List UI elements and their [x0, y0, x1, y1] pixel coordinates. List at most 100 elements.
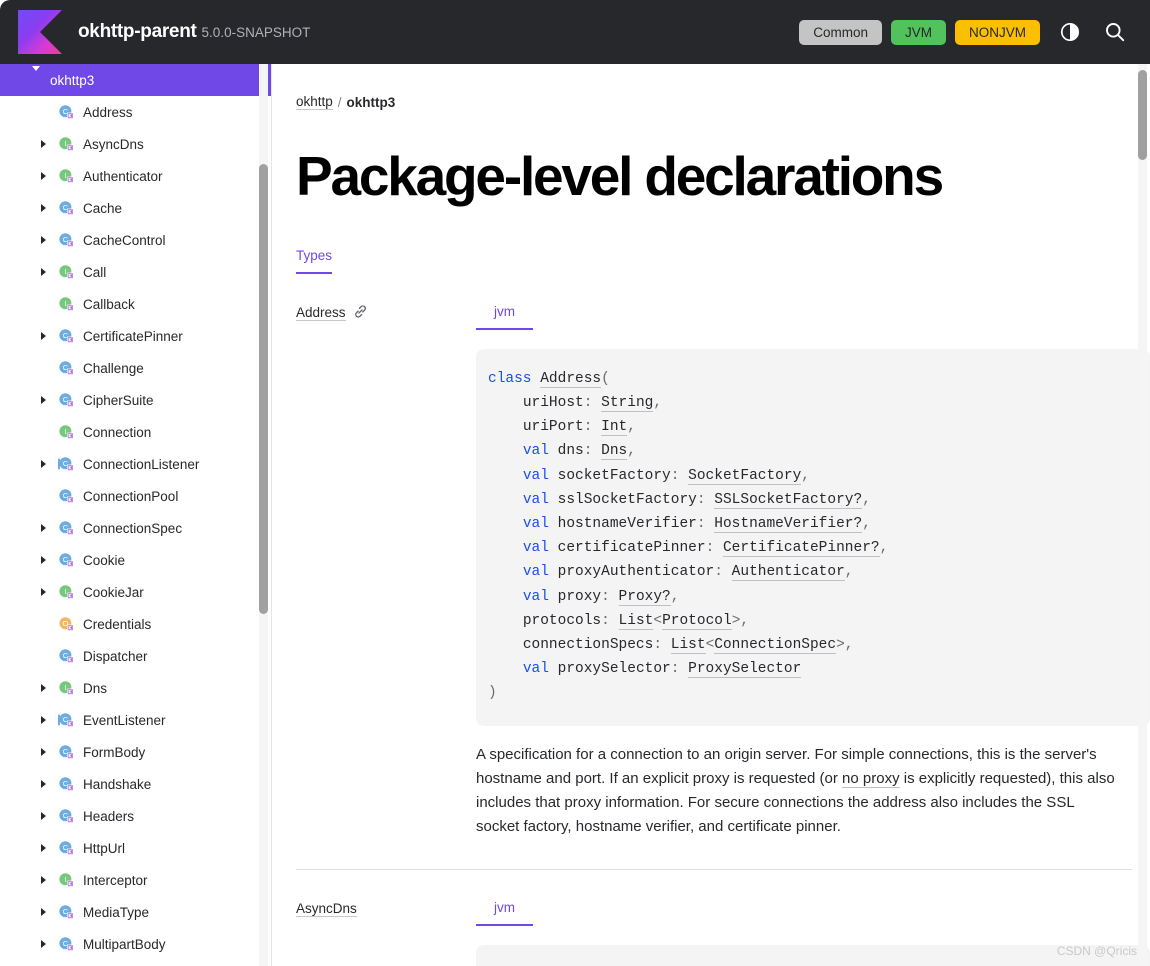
chevron-right-icon[interactable] — [36, 684, 50, 692]
sidebar-root-label: okhttp3 — [50, 72, 95, 88]
sidebar-scrollbar-thumb[interactable] — [259, 164, 268, 614]
link-anchor-icon[interactable] — [353, 304, 368, 324]
declaration-name-link[interactable]: AsyncDns — [296, 901, 357, 917]
sidebar-item-cookiejar[interactable]: I CookieJar — [0, 576, 272, 608]
type-link[interactable]: Dns — [601, 443, 628, 461]
type-link[interactable]: ConnectionSpec — [714, 636, 837, 654]
sidebar-item-cache[interactable]: C Cache — [0, 192, 272, 224]
sidebar-item-eventlistener[interactable]: C EventListener — [0, 704, 272, 736]
sidebar-item-authenticator[interactable]: I Authenticator — [0, 160, 272, 192]
chevron-right-icon[interactable] — [36, 332, 50, 340]
chevron-right-icon[interactable] — [36, 844, 50, 852]
sidebar-item-label: Challenge — [83, 360, 144, 376]
platform-tab-jvm[interactable]: jvm — [476, 304, 533, 330]
sidebar-item-okhttp3-root[interactable]: okhttp3 — [0, 64, 272, 96]
code-signature-block: class Address( uriHost: String, uriPort:… — [476, 348, 1150, 726]
declaration-name-link[interactable]: Address — [296, 305, 346, 321]
type-link[interactable]: Authenticator — [731, 564, 845, 582]
chevron-right-icon[interactable] — [36, 908, 50, 916]
type-link[interactable]: CertificatePinner? — [722, 540, 880, 558]
sidebar-item-connection[interactable]: I Connection — [0, 416, 272, 448]
sidebar-item-ciphersuite[interactable]: C CipherSuite — [0, 384, 272, 416]
type-link[interactable]: SSLSocketFactory? — [714, 491, 863, 509]
sidebar-item-multipartbody[interactable]: C MultipartBody — [0, 928, 272, 960]
brand-version: 5.0.0-SNAPSHOT — [201, 25, 311, 40]
chevron-right-icon[interactable] — [36, 588, 50, 596]
main-scrollbar-track[interactable] — [1138, 64, 1147, 966]
chevron-right-icon[interactable] — [36, 396, 50, 404]
svg-text:I: I — [64, 299, 66, 308]
breadcrumb-current: okhttp3 — [346, 94, 396, 110]
type-link[interactable]: Address — [540, 370, 602, 388]
contrast-circle-icon[interactable] — [1055, 17, 1085, 47]
sidebar-item-call[interactable]: I Call — [0, 256, 272, 288]
sidebar-item-handshake[interactable]: C Handshake — [0, 768, 272, 800]
platform-tab-jvm[interactable]: jvm — [476, 900, 533, 926]
chevron-right-icon[interactable] — [36, 172, 50, 180]
chevron-right-icon[interactable] — [36, 876, 50, 884]
inline-doc-link[interactable]: no proxy — [842, 769, 900, 788]
chevron-right-icon[interactable] — [36, 780, 50, 788]
sidebar-item-cookie[interactable]: C Cookie — [0, 544, 272, 576]
sidebar-item-asyncdns[interactable]: I AsyncDns — [0, 128, 272, 160]
declaration-body: jvm class Address( uriHost: String, uriPo… — [476, 304, 1150, 839]
class-kind-icon: C — [58, 232, 74, 248]
sidebar-item-connectionlistener[interactable]: C ConnectionListener — [0, 448, 272, 480]
search-icon[interactable] — [1100, 17, 1130, 47]
sidebar-item-address[interactable]: C Address — [0, 96, 272, 128]
class-kind-icon: C — [58, 936, 74, 952]
chevron-right-icon[interactable] — [36, 236, 50, 244]
declaration-section: AsyncDns jvm — [296, 868, 1150, 966]
sidebar-item-dns[interactable]: I Dns — [0, 672, 272, 704]
sidebar-item-certificatepinner[interactable]: C CertificatePinner — [0, 320, 272, 352]
sidebar-item-mediatype[interactable]: C MediaType — [0, 896, 272, 928]
sidebar-item-connectionpool[interactable]: C ConnectionPool — [0, 480, 272, 512]
sidebar-item-label: Callback — [83, 296, 135, 312]
sidebar-item-cachecontrol[interactable]: C CacheControl — [0, 224, 272, 256]
type-link[interactable]: ProxySelector — [688, 661, 802, 679]
svg-text:I: I — [64, 587, 66, 596]
platform-tag-jvm[interactable]: JVM — [891, 19, 946, 45]
platform-tag-nonjvm[interactable]: NONJVM — [955, 19, 1040, 45]
sidebar-item-callback[interactable]: I Callback — [0, 288, 272, 320]
type-link[interactable]: Proxy? — [618, 588, 671, 606]
chevron-down-icon[interactable] — [32, 66, 40, 89]
code-signature-block — [476, 944, 1150, 966]
chevron-right-icon[interactable] — [36, 556, 50, 564]
type-link[interactable]: List — [618, 612, 654, 630]
sidebar-item-headers[interactable]: C Headers — [0, 800, 272, 832]
chevron-right-icon[interactable] — [36, 716, 50, 724]
sidebar: okhttp3 C Address I AsyncDns I Authenticator C… — [0, 64, 272, 966]
chevron-right-icon[interactable] — [36, 940, 50, 948]
sidebar-item-label: ConnectionListener — [83, 456, 200, 472]
sidebar-item-challenge[interactable]: C Challenge — [0, 352, 272, 384]
chevron-right-icon[interactable] — [36, 748, 50, 756]
sidebar-item-label: HttpUrl — [83, 840, 126, 856]
sidebar-item-httpurl[interactable]: C HttpUrl — [0, 832, 272, 864]
chevron-right-icon[interactable] — [36, 204, 50, 212]
breadcrumb: okhttp / okhttp3 — [296, 94, 1150, 110]
chevron-right-icon[interactable] — [36, 460, 50, 468]
main-scrollbar-thumb[interactable] — [1138, 70, 1147, 160]
type-link[interactable]: String — [601, 394, 654, 412]
chevron-right-icon[interactable] — [36, 812, 50, 820]
type-link[interactable]: List — [670, 636, 706, 654]
sidebar-item-credentials[interactable]: O Credentials — [0, 608, 272, 640]
type-link[interactable]: SocketFactory — [688, 467, 802, 485]
sidebar-item-dispatcher[interactable]: C Dispatcher — [0, 640, 272, 672]
kotlin-logo-icon[interactable] — [18, 10, 62, 54]
tab-types[interactable]: Types — [296, 248, 333, 274]
sidebar-item-connectionspec[interactable]: C ConnectionSpec — [0, 512, 272, 544]
sidebar-item-label: ConnectionPool — [83, 488, 179, 504]
sidebar-item-label: EventListener — [83, 712, 166, 728]
type-link[interactable]: Protocol — [662, 612, 732, 630]
platform-tag-common[interactable]: Common — [799, 19, 882, 45]
sidebar-item-interceptor[interactable]: I Interceptor — [0, 864, 272, 896]
chevron-right-icon[interactable] — [36, 524, 50, 532]
type-link[interactable]: HostnameVerifier? — [714, 515, 863, 533]
sidebar-item-formbody[interactable]: C FormBody — [0, 736, 272, 768]
chevron-right-icon[interactable] — [36, 140, 50, 148]
type-link[interactable]: Int — [601, 419, 628, 437]
chevron-right-icon[interactable] — [36, 268, 50, 276]
breadcrumb-link-okhttp[interactable]: okhttp — [296, 94, 333, 110]
